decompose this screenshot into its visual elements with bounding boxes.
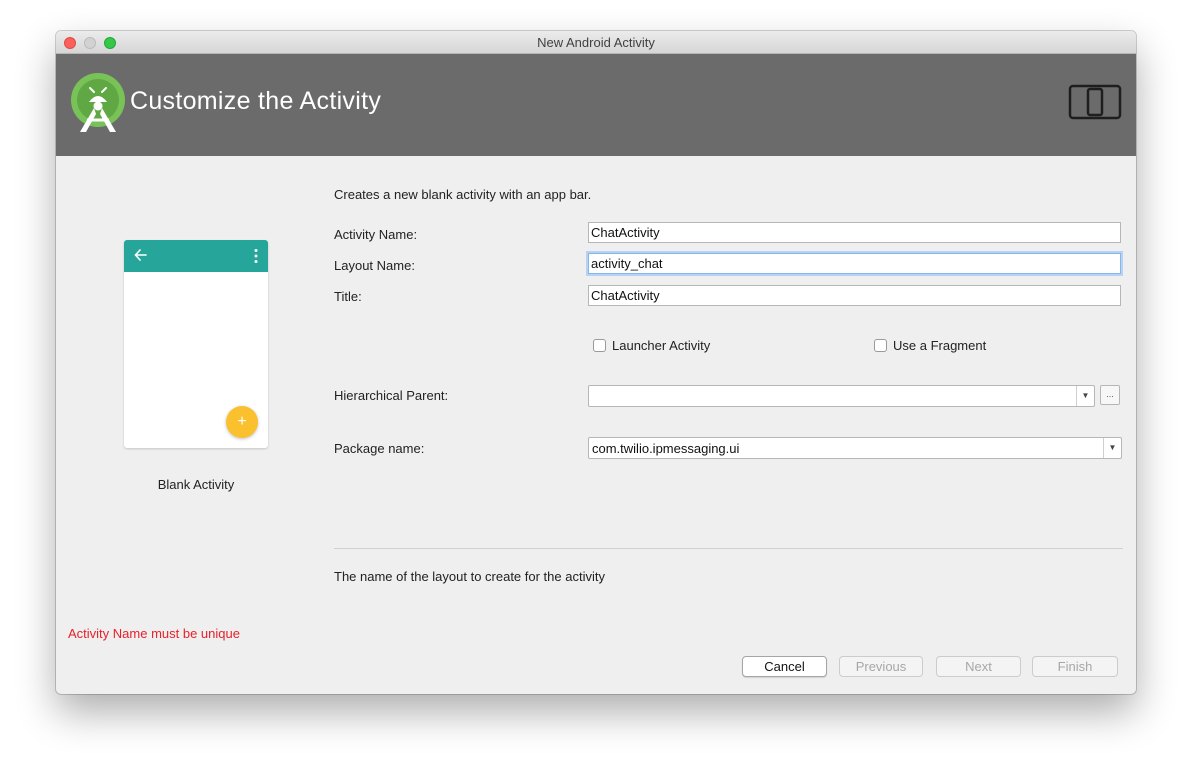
title-label: Title: [334, 289, 362, 304]
activity-name-label: Activity Name: [334, 227, 418, 242]
launcher-activity-checkbox[interactable]: Launcher Activity [593, 338, 710, 353]
chevron-down-icon[interactable]: ▼ [1103, 438, 1121, 458]
minimize-window-button[interactable] [84, 37, 96, 49]
close-window-button[interactable] [64, 37, 76, 49]
android-studio-logo-icon [71, 73, 125, 132]
phone-tablet-icon [1068, 84, 1122, 120]
cancel-button[interactable]: Cancel [742, 656, 827, 677]
previous-button[interactable]: Previous [839, 656, 923, 677]
chevron-down-icon[interactable]: ▼ [1076, 386, 1094, 406]
checkbox-box[interactable] [593, 339, 606, 352]
wizard-heading: Customize the Activity [130, 87, 382, 115]
zoom-window-button[interactable] [104, 37, 116, 49]
hierarchical-parent-combo[interactable]: ▼ [588, 385, 1095, 407]
browse-parent-button[interactable]: ... [1100, 385, 1120, 405]
wizard-header: Customize the Activity [56, 54, 1136, 156]
finish-button[interactable]: Finish [1032, 656, 1118, 677]
use-fragment-label: Use a Fragment [893, 338, 987, 353]
launcher-activity-label: Launcher Activity [612, 338, 711, 353]
arrow-left-icon [134, 249, 147, 261]
more-vert-icon [254, 249, 258, 263]
layout-name-input[interactable] [588, 253, 1121, 274]
next-button[interactable]: Next [936, 656, 1021, 677]
hierarchical-parent-label: Hierarchical Parent: [334, 388, 449, 403]
checkbox-box[interactable] [874, 339, 887, 352]
preview-app-bar [124, 240, 268, 272]
activity-template-preview: + [124, 240, 268, 448]
window-title: New Android Activity [537, 35, 655, 50]
template-name-label: Blank Activity [157, 477, 235, 492]
template-description: Creates a new blank activity with an app… [334, 187, 592, 202]
layout-name-label: Layout Name: [334, 258, 415, 273]
title-input[interactable] [588, 285, 1121, 306]
field-hint-text: The name of the layout to create for the… [334, 569, 605, 584]
title-bar: New Android Activity [56, 31, 1136, 54]
activity-name-input[interactable] [588, 222, 1121, 243]
dialog-window: New Android Activity Customize the Activ… [56, 31, 1136, 694]
separator [334, 548, 1123, 549]
package-name-combo[interactable]: com.twilio.ipmessaging.ui ▼ [588, 437, 1122, 459]
package-name-label: Package name: [334, 441, 425, 456]
package-name-value: com.twilio.ipmessaging.ui [592, 441, 740, 456]
validation-error: Activity Name must be unique [68, 626, 240, 641]
use-fragment-checkbox[interactable]: Use a Fragment [874, 338, 986, 353]
preview-fab: + [226, 406, 258, 438]
